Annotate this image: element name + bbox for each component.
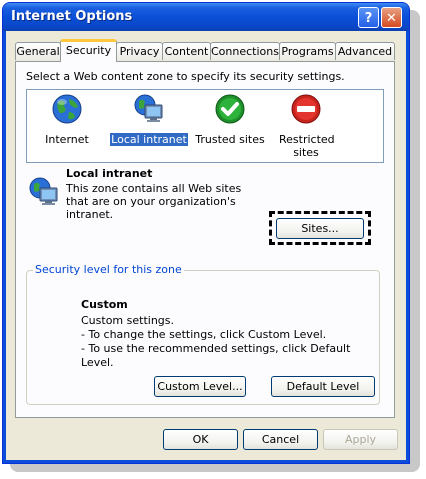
tab-security[interactable]: Security xyxy=(60,39,117,62)
tab-programs[interactable]: Programs xyxy=(279,42,336,60)
security-level-line: Custom settings. xyxy=(81,314,175,327)
tab-content[interactable]: Content xyxy=(162,42,211,60)
security-level-legend: Security level for this zone xyxy=(33,263,184,276)
sites-button[interactable]: Sites... xyxy=(276,218,364,239)
title-bar[interactable]: Internet Options ? ✕ xyxy=(3,3,409,31)
tab-connections[interactable]: Connections xyxy=(210,42,280,60)
security-level-group: Security level for this zone Custom Cust… xyxy=(26,263,380,405)
custom-level-button[interactable]: Custom Level... xyxy=(154,376,246,397)
tab-privacy[interactable]: Privacy xyxy=(116,42,163,60)
zone-label-internet: Internet xyxy=(45,133,89,146)
local-intranet-icon xyxy=(29,177,58,205)
close-button[interactable]: ✕ xyxy=(381,7,402,28)
zone-list: Internet Local intranet Trusted sites Re… xyxy=(26,89,384,163)
internet-options-dialog: Internet Options ? ✕ General Security Pr… xyxy=(2,2,410,464)
green-check-icon xyxy=(215,94,245,124)
zone-info-description: This zone contains all Web sites that ar… xyxy=(66,182,242,221)
monitor-globe-icon xyxy=(134,94,163,122)
default-level-button[interactable]: Default Level xyxy=(271,376,375,397)
zone-internet[interactable]: Internet xyxy=(37,93,97,146)
zone-instruction: Select a Web content zone to specify its… xyxy=(26,70,345,83)
security-level-line: - To use the recommended settings, click… xyxy=(81,342,351,369)
red-no-entry-icon xyxy=(291,94,321,124)
globe-icon xyxy=(52,94,82,124)
security-tab-panel: Select a Web content zone to specify its… xyxy=(15,61,395,418)
zone-restricted-sites[interactable]: Restricted sites xyxy=(271,93,341,159)
zone-label-local-intranet: Local intranet xyxy=(109,132,189,147)
security-level-description: Custom settings. - To change the setting… xyxy=(81,314,379,370)
zone-label-trusted-sites: Trusted sites xyxy=(195,133,265,146)
apply-button[interactable]: Apply xyxy=(323,429,398,450)
dialog-body: General Security Privacy Content Connect… xyxy=(7,31,405,459)
zone-label-restricted-sites: Restricted sites xyxy=(279,133,335,159)
tab-advanced[interactable]: Advanced xyxy=(335,42,395,60)
security-level-title: Custom xyxy=(81,298,128,311)
tab-general[interactable]: General xyxy=(15,42,61,60)
zone-info-title: Local intranet xyxy=(66,167,153,180)
zone-trusted-sites[interactable]: Trusted sites xyxy=(195,93,265,146)
zone-local-intranet[interactable]: Local intranet xyxy=(109,93,189,147)
help-button[interactable]: ? xyxy=(358,7,379,28)
cancel-button[interactable]: Cancel xyxy=(243,429,318,450)
ok-button[interactable]: OK xyxy=(163,429,238,450)
zone-label-local-intranet-text: Local intranet xyxy=(109,132,189,147)
security-level-line: - To change the settings, click Custom L… xyxy=(81,328,327,341)
window-title: Internet Options xyxy=(11,9,133,24)
